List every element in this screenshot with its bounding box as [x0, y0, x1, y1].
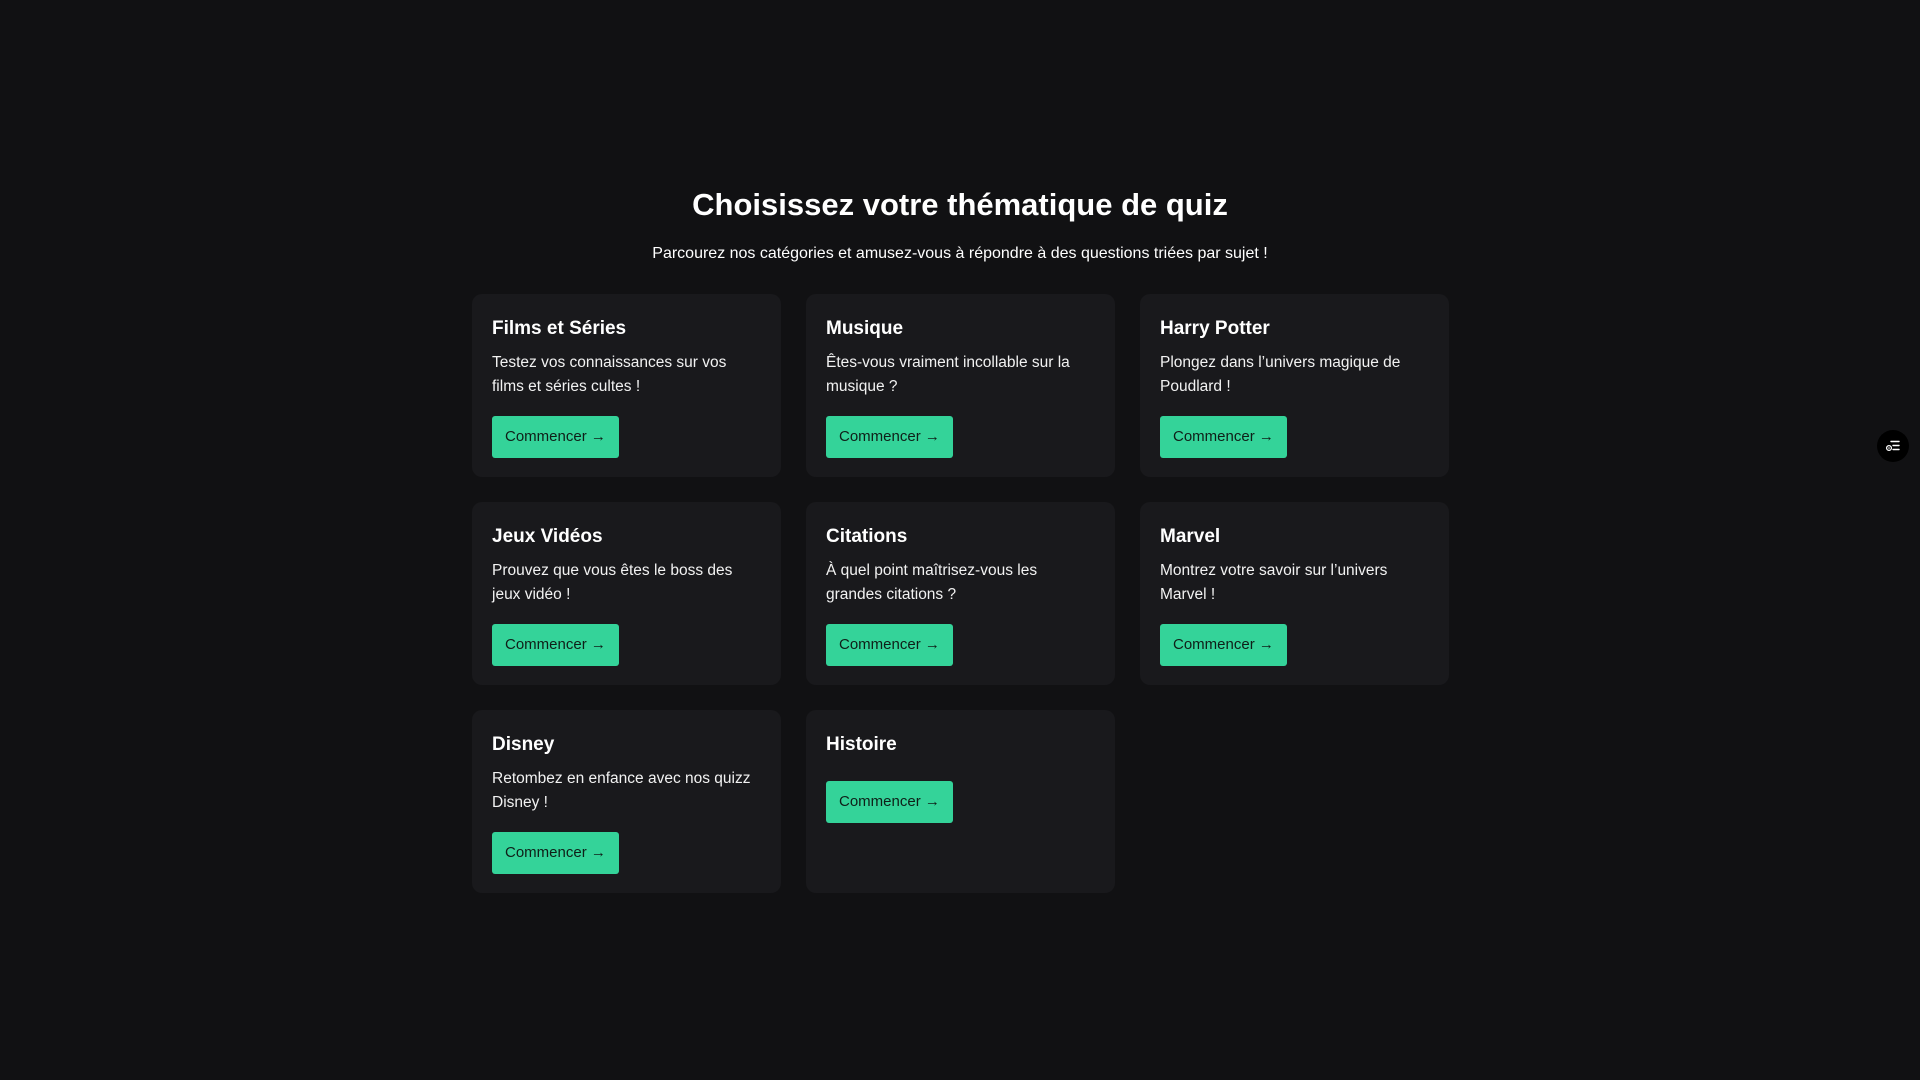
category-title: Harry Potter [1160, 318, 1270, 339]
page-title: Choisissez votre thématique de quiz [692, 187, 1228, 222]
category-title: Musique [826, 318, 904, 339]
category-description: Testez vos connaissances sur vos films e… [492, 354, 727, 395]
category-card-films-series: Films et Séries Testez vos connaissances… [472, 294, 781, 477]
category-card-disney: Disney Retombez en enfance avec nos quiz… [472, 710, 781, 893]
category-description: Montrez votre savoir sur l’univers Marve… [1160, 562, 1388, 603]
start-button-disney[interactable]: Commencer → [492, 832, 619, 874]
category-card-histoire: Histoire Commencer → [806, 710, 1115, 893]
settings-list-icon [1885, 440, 1900, 452]
category-title: Marvel [1160, 526, 1221, 547]
start-button-histoire[interactable]: Commencer → [826, 781, 953, 823]
start-button-musique[interactable]: Commencer → [826, 416, 953, 458]
page-header: Choisissez votre thématique de quiz Parc… [0, 182, 1920, 266]
start-button-harry-potter[interactable]: Commencer → [1160, 416, 1287, 458]
page-subtitle: Parcourez nos catégories et amusez-vous … [652, 245, 1268, 262]
category-description: Êtes-vous vraiment incollable sur la mus… [826, 354, 1070, 395]
category-description: Retombez en enfance avec nos quizz Disne… [492, 770, 751, 811]
category-description: Plongez dans l’univers magique de Poudla… [1160, 354, 1401, 395]
start-button-marvel[interactable]: Commencer → [1160, 624, 1287, 666]
category-card-marvel: Marvel Montrez votre savoir sur l’univer… [1140, 502, 1449, 685]
category-card-citations: Citations À quel point maîtrisez-vous le… [806, 502, 1115, 685]
category-title: Films et Séries [492, 318, 627, 339]
category-title: Histoire [826, 734, 897, 755]
category-title: Jeux Vidéos [492, 526, 603, 547]
category-title: Disney [492, 734, 555, 755]
quiz-categories-page: Choisissez votre thématique de quiz Parc… [0, 0, 1920, 1080]
category-card-musique: Musique Êtes-vous vraiment incollable su… [806, 294, 1115, 477]
start-button-citations[interactable]: Commencer → [826, 624, 953, 666]
category-card-harry-potter: Harry Potter Plongez dans l’univers magi… [1140, 294, 1449, 477]
category-title: Citations [826, 526, 908, 547]
floating-settings-button[interactable] [1877, 430, 1909, 462]
start-button-films-series[interactable]: Commencer → [492, 416, 619, 458]
category-description: Prouvez que vous êtes le boss des jeux v… [492, 562, 733, 603]
category-description: À quel point maîtrisez-vous les grandes … [826, 562, 1038, 603]
category-card-jeux-videos: Jeux Vidéos Prouvez que vous êtes le bos… [472, 502, 781, 685]
start-button-jeux-videos[interactable]: Commencer → [492, 624, 619, 666]
category-grid: Films et Séries Testez vos connaissances… [472, 294, 1449, 893]
